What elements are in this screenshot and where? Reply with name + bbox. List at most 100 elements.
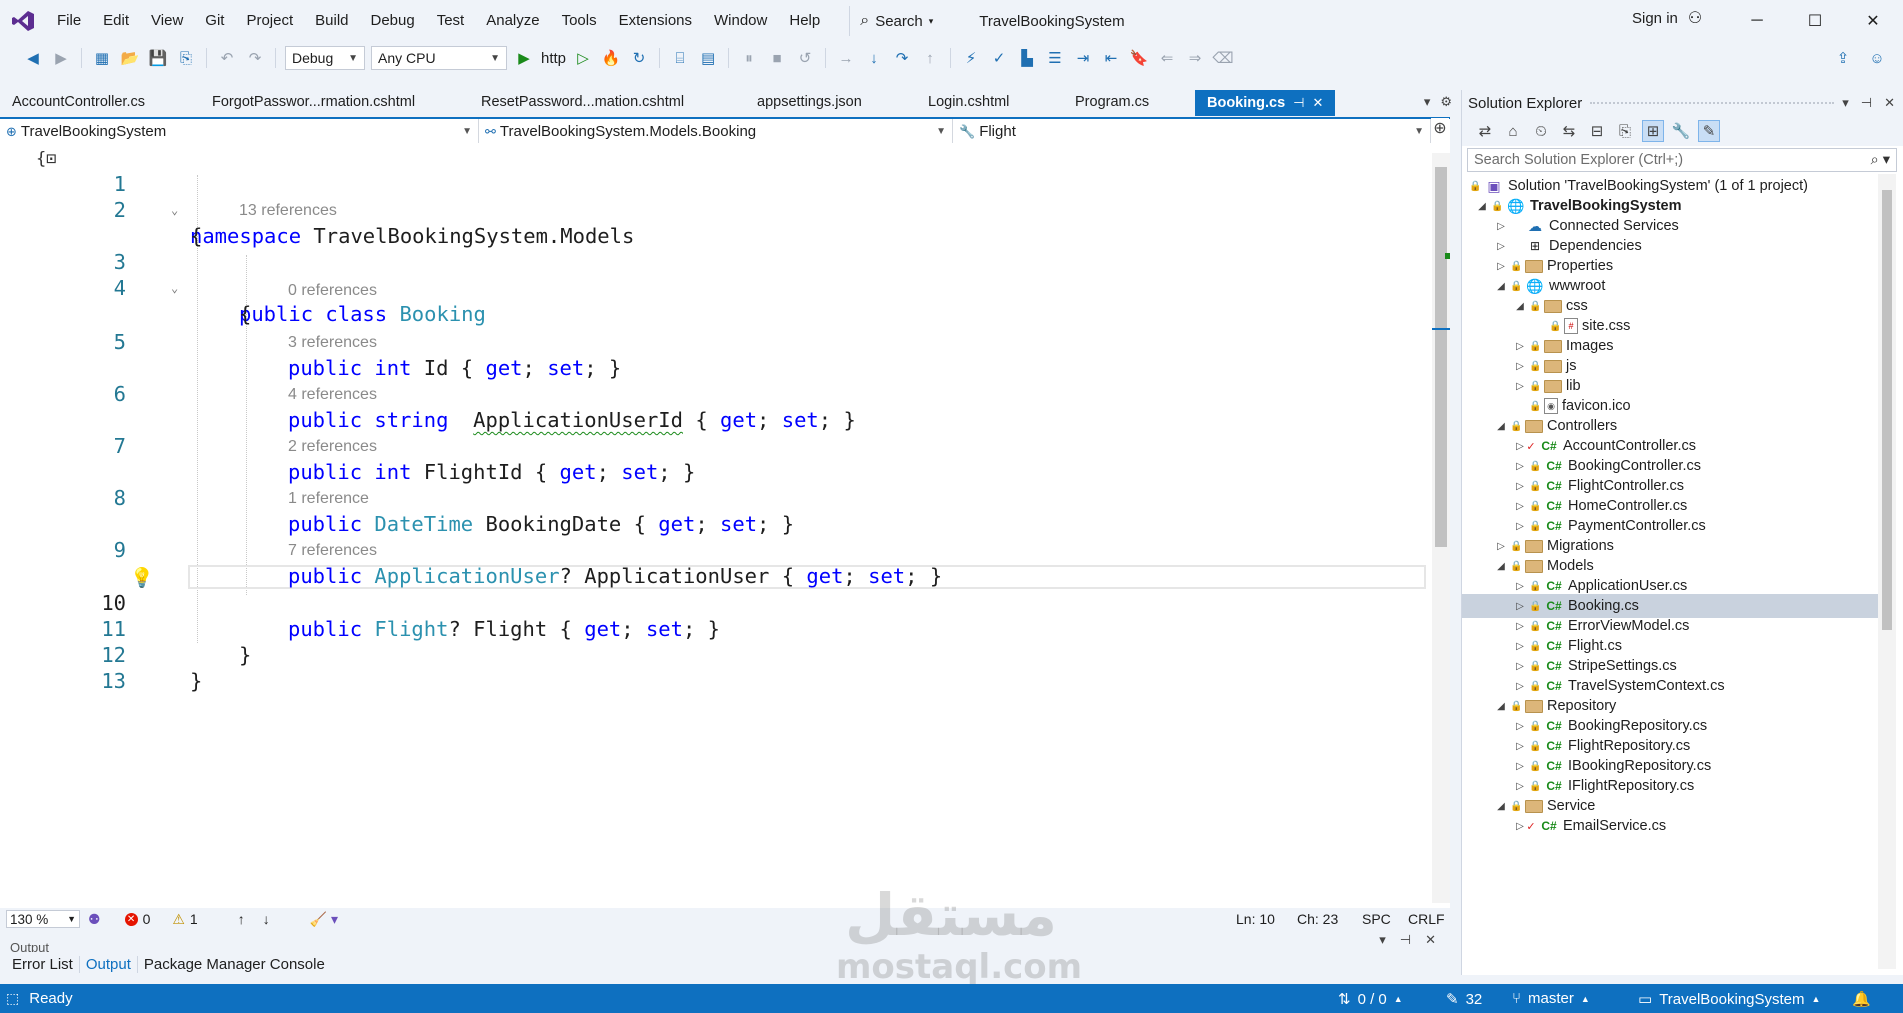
chevron-down-icon[interactable]: ▾ [1842,95,1849,111]
codelens-references[interactable]: 4 references [288,385,377,405]
clear-bookmarks-icon[interactable]: ⌫ [1212,47,1234,69]
expanded-icon[interactable]: ◢ [1495,421,1507,432]
next-bookmark-icon[interactable]: ⇒ [1184,47,1206,69]
chevron-down-icon[interactable]: ▾ [1379,932,1386,948]
tab-program[interactable]: Program.cs [1063,90,1195,116]
tab-error-list[interactable]: Error List [6,956,79,973]
indent-icon[interactable]: ⇥ [1072,47,1094,69]
step-over-icon[interactable]: ↷ [891,47,913,69]
preview-selected-items-icon[interactable]: ⊞ [1642,120,1664,142]
collapsed-icon[interactable]: ▷ [1514,681,1526,692]
new-project-icon[interactable]: ▦ [91,47,113,69]
codelens-references[interactable]: 7 references [288,541,377,561]
collapsed-icon[interactable]: ▷ [1514,601,1526,612]
solution-explorer-search-input[interactable]: Search Solution Explorer (Ctrl+;) ⌕ ▾ [1467,148,1897,172]
menu-debug[interactable]: Debug [360,0,426,42]
start-without-debugging-icon[interactable]: ▷ [572,47,594,69]
performance-icon[interactable]: ⚡ [960,47,982,69]
collapsed-icon[interactable]: ▷ [1514,581,1526,592]
collapse-icon[interactable]: ⌄ [171,197,178,223]
codelens-references[interactable]: 13 references [239,201,337,221]
save-icon[interactable]: 💾 [147,47,169,69]
minimize-button[interactable]: ─ [1729,0,1785,42]
collapsed-icon[interactable]: ▷ [1495,221,1507,232]
collapsed-icon[interactable]: ▷ [1514,501,1526,512]
collapsed-icon[interactable]: ▷ [1514,441,1526,452]
tab-login[interactable]: Login.cshtml [916,90,1063,116]
close-icon[interactable]: ✕ [1884,95,1895,111]
codelens-references[interactable]: 2 references [288,437,377,457]
collapsed-icon[interactable]: ▷ [1514,721,1526,732]
menu-view[interactable]: View [140,0,194,42]
navigate-forward-icon[interactable]: ▶ [50,47,72,69]
tab-account-controller[interactable]: AccountController.cs [0,90,200,116]
pin-icon[interactable]: ⊣ [1400,932,1411,948]
codelens-references[interactable]: 0 references [288,281,377,301]
refresh-icon[interactable]: ↻ [628,47,650,69]
sign-in-button[interactable]: Sign in ⚇ [1632,8,1702,28]
collapse-icon[interactable]: ⌄ [171,275,178,301]
collapsed-icon[interactable]: ▷ [1514,821,1526,832]
collapsed-icon[interactable]: ▷ [1514,341,1526,352]
collapsed-icon[interactable]: ▷ [1495,241,1507,252]
collapsed-icon[interactable]: ▷ [1495,261,1507,272]
line-ending-indicator[interactable]: CRLF [1408,911,1445,927]
expanded-icon[interactable]: ◢ [1495,701,1507,712]
tab-output[interactable]: Output [78,955,138,973]
tab-package-manager-console[interactable]: Package Manager Console [138,956,331,973]
layout-icon[interactable]: ▤ [697,47,719,69]
collapsed-icon[interactable]: ▷ [1514,641,1526,652]
zoom-level-select[interactable]: 130 % ▼ [6,910,80,928]
expanded-icon[interactable]: ◢ [1495,281,1507,292]
collapse-all-icon[interactable]: ⊟ [1586,120,1608,142]
collapsed-icon[interactable]: ▷ [1514,781,1526,792]
editor-vertical-scrollbar[interactable] [1432,153,1450,903]
menu-file[interactable]: File [46,0,92,42]
type-dropdown[interactable]: ⚯ TravelBookingSystem.Models.Booking ▼ [479,119,953,143]
collapsed-icon[interactable]: ▷ [1514,381,1526,392]
menu-help[interactable]: Help [778,0,831,42]
git-repository-indicator[interactable]: ▭ TravelBookingSystem ▲ [1638,990,1820,1009]
code-cleanup-icon[interactable]: 🧹 ▾ [310,911,338,928]
stop-icon[interactable]: ■ [766,47,788,69]
switch-views-icon[interactable]: ⇄ [1474,120,1496,142]
tree-item-email-service[interactable]: ▷ ✓ C# EmailService.cs [1462,814,1886,838]
menu-edit[interactable]: Edit [92,0,140,42]
properties-wrench-icon[interactable]: 🔧 [1670,120,1692,142]
project-dropdown[interactable]: ⊕ TravelBookingSystem ▼ [0,119,479,143]
restart-icon[interactable]: ↺ [794,47,816,69]
menu-build[interactable]: Build [304,0,359,42]
menu-analyze[interactable]: Analyze [475,0,550,42]
close-tab-icon[interactable]: ✕ [1312,91,1323,115]
menu-project[interactable]: Project [235,0,304,42]
start-debugging-icon[interactable]: ▶ [513,47,535,69]
settings-gear-icon[interactable]: ⚙ [1440,94,1452,110]
search-button[interactable]: ⌕ Search ▾ [849,6,943,36]
split-window-icon[interactable]: ⊕ [1431,118,1449,142]
tab-booking[interactable]: Booking.cs ⊣ ✕ [1195,90,1336,116]
collapsed-icon[interactable]: ▷ [1514,621,1526,632]
expanded-icon[interactable]: ◢ [1495,801,1507,812]
previous-bookmark-icon[interactable]: ⇐ [1156,47,1178,69]
expanded-icon[interactable]: ◢ [1514,301,1526,312]
menu-tools[interactable]: Tools [551,0,608,42]
step-into-icon[interactable]: ↓ [863,47,885,69]
edit-icon[interactable]: ✎ [1698,120,1720,142]
close-window-button[interactable]: ✕ [1845,0,1901,42]
navigate-back-icon[interactable]: ◀ [22,47,44,69]
home-icon[interactable]: ⌂ [1502,120,1524,142]
menu-git[interactable]: Git [194,0,235,42]
share-icon[interactable]: ⇪ [1832,47,1854,69]
copilot-icon[interactable]: ⚉ [88,911,101,928]
codelens-references[interactable]: 1 reference [288,489,369,509]
pause-icon[interactable]: ⏸ [738,47,760,69]
pin-icon[interactable]: ⊣ [1293,91,1304,115]
redo-icon[interactable]: ↷ [244,47,266,69]
tab-list-dropdown-icon[interactable]: ▾ [1424,94,1431,110]
collapsed-icon[interactable]: ▷ [1495,541,1507,552]
feedback-icon[interactable]: ☺ [1866,47,1888,69]
show-next-statement-icon[interactable]: → [835,47,857,69]
lightbulb-quick-actions-icon[interactable]: 💡 [130,566,154,590]
member-dropdown[interactable]: 🔧 Flight ▼ [953,119,1431,143]
collapsed-icon[interactable]: ▷ [1514,661,1526,672]
